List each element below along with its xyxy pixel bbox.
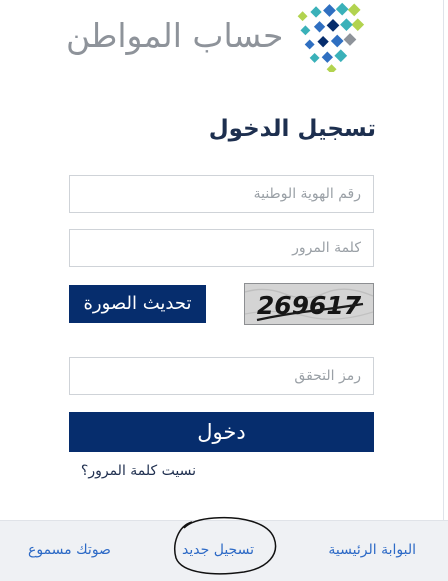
verification-code-input[interactable] — [69, 357, 374, 395]
home-portal-link[interactable]: البوابة الرئيسية — [310, 542, 416, 558]
citizen-account-logo-icon — [297, 2, 365, 72]
national-id-input[interactable] — [69, 175, 374, 213]
captcha-image: 269617 — [244, 283, 374, 325]
refresh-captcha-button[interactable]: تحديث الصورة — [69, 285, 206, 323]
login-button[interactable]: دخول — [69, 412, 374, 452]
page-border — [443, 0, 444, 520]
brand-name: حساب المواطن — [66, 16, 284, 55]
footer-bar: البوابة الرئيسية تسجيل جديد صوتك مسموع — [0, 520, 448, 581]
forgot-password-link[interactable]: نسيت كلمة المرور؟ — [64, 463, 196, 479]
captcha-distortion: 269617 — [245, 288, 373, 322]
site-logo: حساب المواطن — [0, 0, 448, 76]
feedback-link[interactable]: صوتك مسموع — [28, 542, 128, 558]
new-registration-link[interactable]: تسجيل جديد — [176, 542, 260, 558]
password-input[interactable] — [69, 229, 374, 267]
page-title: تسجيل الدخول — [208, 116, 376, 142]
